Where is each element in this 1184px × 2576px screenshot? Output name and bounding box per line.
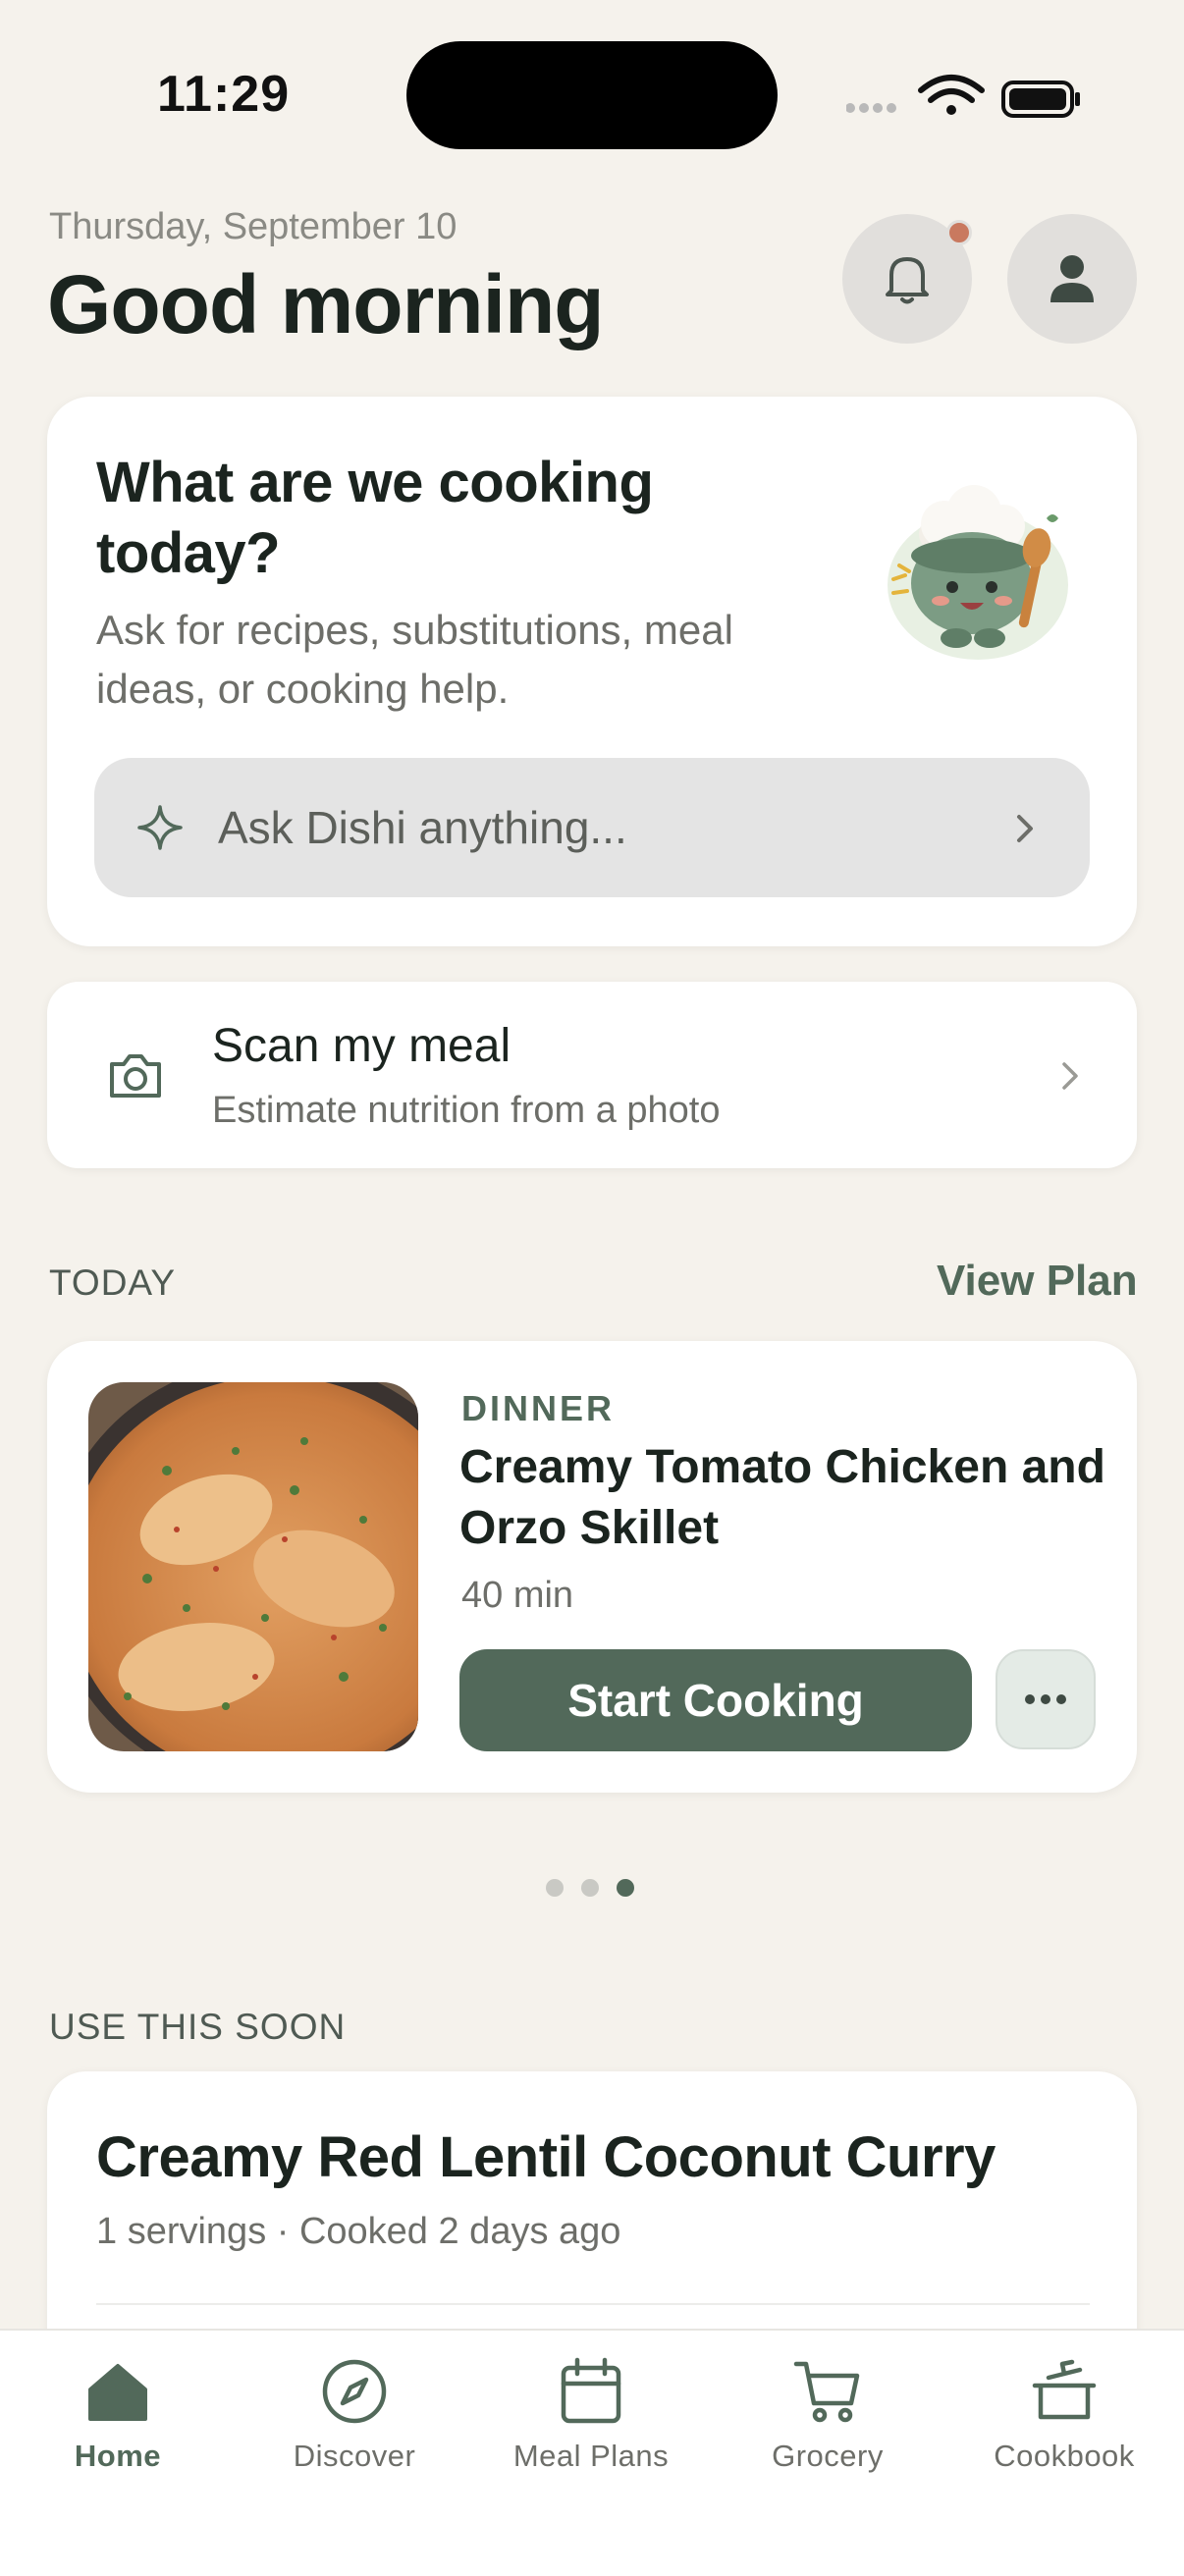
scan-meal-subtitle: Estimate nutrition from a photo bbox=[212, 1090, 721, 1131]
meal-title[interactable]: Creamy Tomato Chicken and Orzo Skillet bbox=[459, 1437, 1107, 1559]
chef-mascot-illustration bbox=[888, 485, 1068, 660]
bell-icon bbox=[886, 257, 929, 304]
recipe-meta: 1 servings · Cooked 2 days ago bbox=[96, 2211, 621, 2252]
calendar-icon bbox=[561, 2357, 621, 2424]
pot-icon bbox=[1032, 2359, 1097, 2420]
tab-home[interactable]: Home bbox=[20, 2356, 216, 2484]
ask-dishi-placeholder[interactable]: Ask Dishi anything... bbox=[218, 801, 627, 854]
status-time: 11:29 bbox=[157, 66, 291, 123]
ask-card-title: What are we cooking today? bbox=[96, 451, 654, 585]
person-icon bbox=[1050, 255, 1094, 302]
carousel-pager[interactable] bbox=[546, 1879, 640, 1897]
recipe-title[interactable]: Creamy Red Lentil Coconut Curry bbox=[96, 2124, 996, 2190]
ask-card-subtitle: Ask for recipes, substitutions, meal ide… bbox=[96, 607, 733, 712]
meal-type-label: DINNER bbox=[461, 1388, 616, 1428]
more-options-button[interactable] bbox=[996, 1649, 1096, 1749]
divider bbox=[96, 2303, 1090, 2305]
meal-duration: 40 min bbox=[461, 1575, 574, 1616]
cart-icon bbox=[793, 2361, 860, 2423]
tab-label: Home bbox=[74, 2439, 162, 2473]
use-soon-section-label: USE THIS SOON bbox=[49, 2007, 347, 2047]
tab-grocery[interactable]: Grocery bbox=[729, 2356, 926, 2484]
view-plan-link[interactable]: View Plan bbox=[937, 1257, 1138, 1306]
tab-discover[interactable]: Discover bbox=[256, 2356, 453, 2484]
pager-dot[interactable] bbox=[581, 1879, 599, 1897]
signal-icon bbox=[846, 103, 896, 113]
home-icon bbox=[88, 2364, 147, 2421]
tab-label: Discover bbox=[293, 2439, 416, 2473]
wifi-icon bbox=[918, 75, 985, 115]
battery-icon bbox=[1001, 80, 1080, 118]
profile-button[interactable] bbox=[1007, 214, 1137, 344]
notification-badge bbox=[946, 220, 972, 245]
camera-icon bbox=[110, 1054, 161, 1098]
ellipsis-icon bbox=[1025, 1694, 1066, 1704]
compass-icon bbox=[322, 2359, 387, 2424]
date-label: Thursday, September 10 bbox=[49, 206, 457, 247]
dynamic-island bbox=[406, 41, 778, 149]
tab-label: Grocery bbox=[772, 2439, 884, 2473]
tab-label: Cookbook bbox=[994, 2439, 1135, 2473]
today-section-label: TODAY bbox=[49, 1262, 177, 1303]
sparkle-icon bbox=[137, 805, 183, 850]
chevron-right-icon bbox=[1062, 1062, 1078, 1090]
scan-meal-title[interactable]: Scan my meal bbox=[212, 1019, 511, 1073]
pager-dot[interactable] bbox=[546, 1879, 564, 1897]
tab-label: Meal Plans bbox=[512, 2439, 670, 2473]
tab-cookbook[interactable]: Cookbook bbox=[966, 2356, 1162, 2484]
status-icons bbox=[846, 75, 1080, 118]
scan-meal-button[interactable] bbox=[47, 982, 1137, 1168]
greeting-title: Good morning bbox=[47, 258, 605, 350]
chevron-right-icon bbox=[1017, 815, 1033, 842]
tab-meal-plans[interactable]: Meal Plans bbox=[493, 2356, 689, 2484]
meal-photo bbox=[88, 1382, 418, 1751]
pager-dot-active[interactable] bbox=[617, 1879, 634, 1897]
start-cooking-button[interactable]: Start Cooking bbox=[459, 1649, 972, 1751]
